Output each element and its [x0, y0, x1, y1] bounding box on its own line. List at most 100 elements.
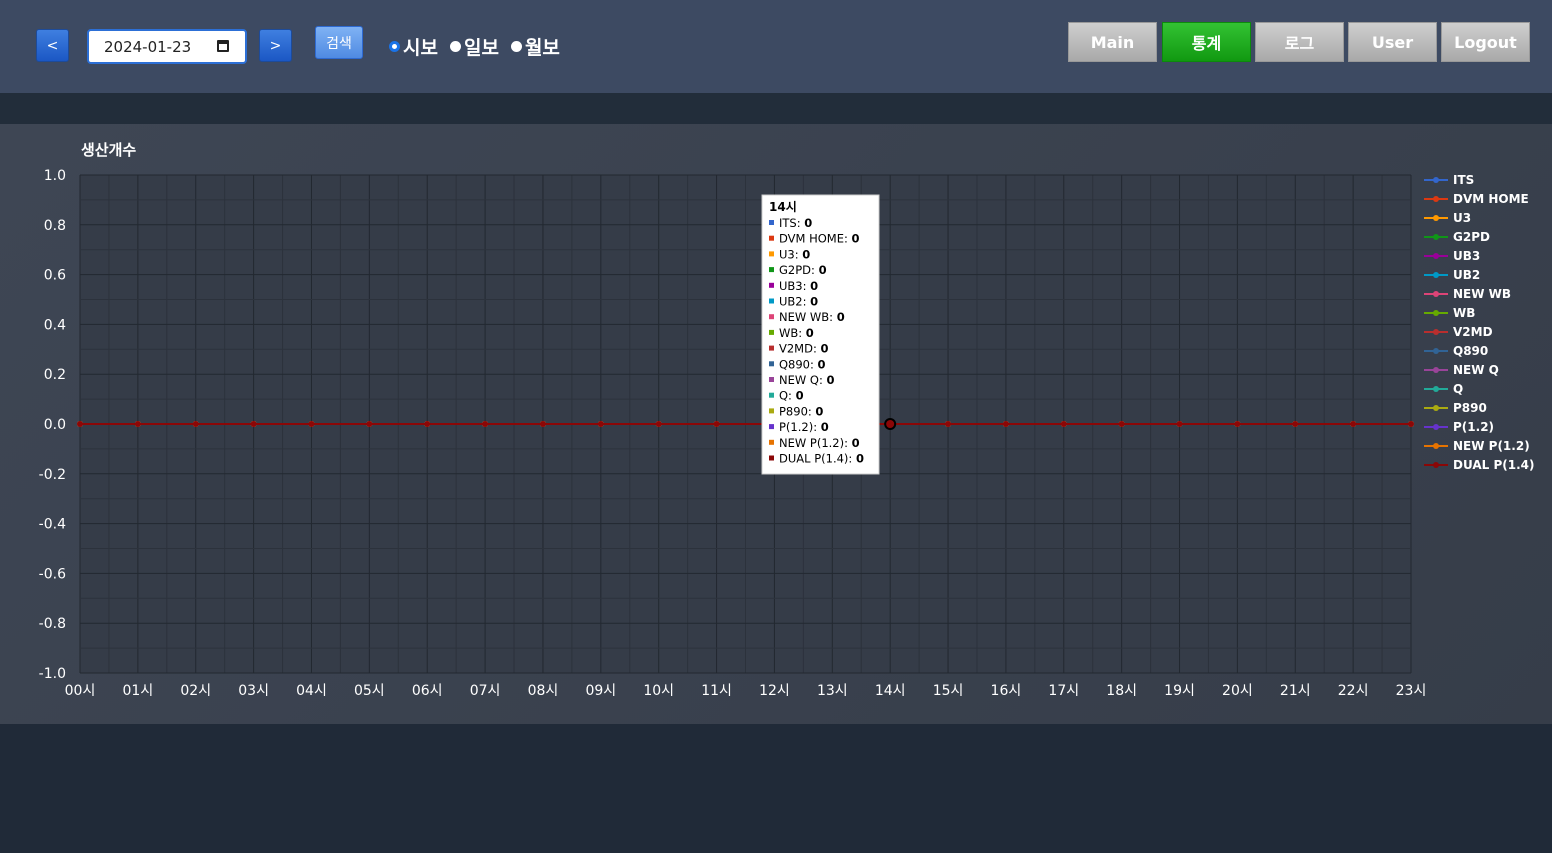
menu-user-button[interactable]: User [1348, 22, 1437, 62]
legend-label: U3 [1453, 211, 1471, 225]
tooltip-row-name: ITS: [779, 216, 804, 230]
menu-log-button[interactable]: 로그 [1255, 22, 1344, 62]
tooltip-row-name: V2MD: [779, 342, 821, 356]
tooltip-row-value: 0 [826, 373, 834, 387]
x-tick-label: 19시 [1164, 683, 1195, 699]
tooltip-row-value: 0 [837, 310, 845, 324]
x-tick-label: 08시 [528, 683, 559, 699]
data-point[interactable] [308, 421, 315, 427]
legend-item[interactable]: NEW P(1.2) [1424, 439, 1530, 453]
tooltip-row-value: 0 [810, 295, 818, 309]
data-point[interactable] [1002, 421, 1009, 427]
legend-item[interactable]: Q890 [1424, 344, 1488, 358]
tooltip-swatch [769, 251, 774, 257]
y-tick-label: -1.0 [39, 666, 66, 682]
tooltip-row-name: NEW Q: [779, 373, 826, 387]
legend-item[interactable]: Q [1424, 382, 1463, 396]
legend-swatch-point [1433, 405, 1439, 411]
data-point[interactable] [1176, 421, 1183, 427]
tooltip-title: 14시 [769, 200, 797, 214]
data-point[interactable] [655, 421, 662, 427]
tooltip-row-name: P890: [779, 404, 815, 418]
search-button[interactable]: 검색 [315, 26, 363, 59]
data-point[interactable] [192, 421, 199, 427]
radio-monthly[interactable]: 월보 [510, 33, 560, 60]
tooltip-swatch [769, 408, 774, 414]
calendar-icon[interactable] [217, 40, 229, 52]
x-tick-label: 09시 [585, 683, 616, 699]
data-point[interactable] [424, 421, 431, 427]
legend-label: NEW Q [1453, 363, 1499, 377]
legend-item[interactable]: NEW WB [1424, 287, 1511, 301]
tooltip-row-value: 0 [802, 247, 810, 261]
legend-item[interactable]: U3 [1424, 211, 1471, 225]
legend-item[interactable]: V2MD [1424, 325, 1493, 339]
data-point[interactable] [1408, 421, 1414, 427]
tooltip-row-value: 0 [856, 452, 864, 466]
data-point[interactable] [366, 421, 373, 427]
data-point[interactable] [1350, 421, 1357, 427]
data-point[interactable] [1234, 421, 1241, 427]
legend-label: P(1.2) [1453, 420, 1494, 434]
x-tick-label: 14시 [875, 683, 906, 699]
legend-item[interactable]: ITS [1424, 173, 1474, 187]
legend-item[interactable]: P(1.2) [1424, 420, 1494, 434]
tooltip-row-value: 0 [821, 420, 829, 434]
radio-daily[interactable]: 일보 [449, 33, 499, 60]
menu-main-button[interactable]: Main [1068, 22, 1157, 62]
legend-item[interactable]: DUAL P(1.4) [1424, 458, 1534, 472]
data-point[interactable] [250, 421, 257, 427]
menu-stats-button[interactable]: 통계 [1162, 22, 1251, 62]
tooltip-row: U3: 0 [779, 247, 810, 261]
legend-item[interactable]: UB2 [1424, 268, 1480, 282]
tooltip-row-value: 0 [821, 342, 829, 356]
legend-item[interactable]: G2PD [1424, 230, 1490, 244]
radio-hourly-indicator[interactable] [389, 41, 400, 52]
data-point[interactable] [597, 421, 604, 427]
radio-hourly[interactable]: 시보 [389, 33, 438, 60]
tooltip-row-name: UB3: [779, 279, 810, 293]
data-point[interactable] [945, 421, 952, 427]
y-tick-label: 0.4 [44, 317, 66, 333]
tooltip-row: Q890: 0 [779, 357, 826, 371]
legend-label: NEW P(1.2) [1453, 439, 1530, 453]
legend-item[interactable]: DVM HOME [1424, 192, 1529, 206]
data-point[interactable] [77, 421, 83, 427]
data-point[interactable] [713, 421, 720, 427]
legend-item[interactable]: UB3 [1424, 249, 1480, 263]
x-tick-label: 17시 [1048, 683, 1079, 699]
tooltip-swatch [769, 439, 774, 445]
tooltip-row: G2PD: 0 [779, 263, 827, 277]
radio-monthly-label: 월보 [524, 37, 560, 59]
data-point[interactable] [134, 421, 141, 427]
x-tick-label: 23시 [1396, 683, 1427, 699]
date-input[interactable]: 2024-01-23 [87, 29, 247, 64]
legend-item[interactable]: NEW Q [1424, 363, 1499, 377]
data-point[interactable] [539, 421, 546, 427]
tooltip-row-name: DUAL P(1.4): [779, 452, 856, 466]
data-point[interactable] [482, 421, 489, 427]
tooltip-row-name: NEW WB: [779, 310, 837, 324]
tooltip-row: NEW P(1.2): 0 [779, 436, 860, 450]
tooltip-row-name: G2PD: [779, 263, 819, 277]
highlighted-point[interactable] [884, 418, 897, 430]
data-point[interactable] [1060, 421, 1067, 427]
prev-date-button[interactable]: < [36, 29, 69, 62]
legend-swatch-point [1433, 462, 1439, 468]
tooltip-swatch [769, 361, 774, 367]
legend-item[interactable]: P890 [1424, 401, 1487, 415]
legend-label: Q890 [1453, 344, 1488, 358]
radio-monthly-indicator[interactable] [510, 41, 522, 52]
legend-swatch-point [1433, 443, 1439, 449]
data-point[interactable] [1292, 421, 1299, 427]
legend-item[interactable]: WB [1424, 306, 1475, 320]
next-date-button[interactable]: > [259, 29, 292, 62]
tooltip-swatch [769, 392, 774, 398]
radio-daily-indicator[interactable] [449, 41, 461, 52]
tooltip-row-name: WB: [779, 326, 806, 340]
tooltip-row-value: 0 [804, 216, 812, 230]
legend-swatch-point [1433, 386, 1439, 392]
data-point[interactable] [1118, 421, 1125, 427]
tooltip-row: DVM HOME: 0 [779, 232, 860, 246]
menu-logout-button[interactable]: Logout [1441, 22, 1530, 62]
